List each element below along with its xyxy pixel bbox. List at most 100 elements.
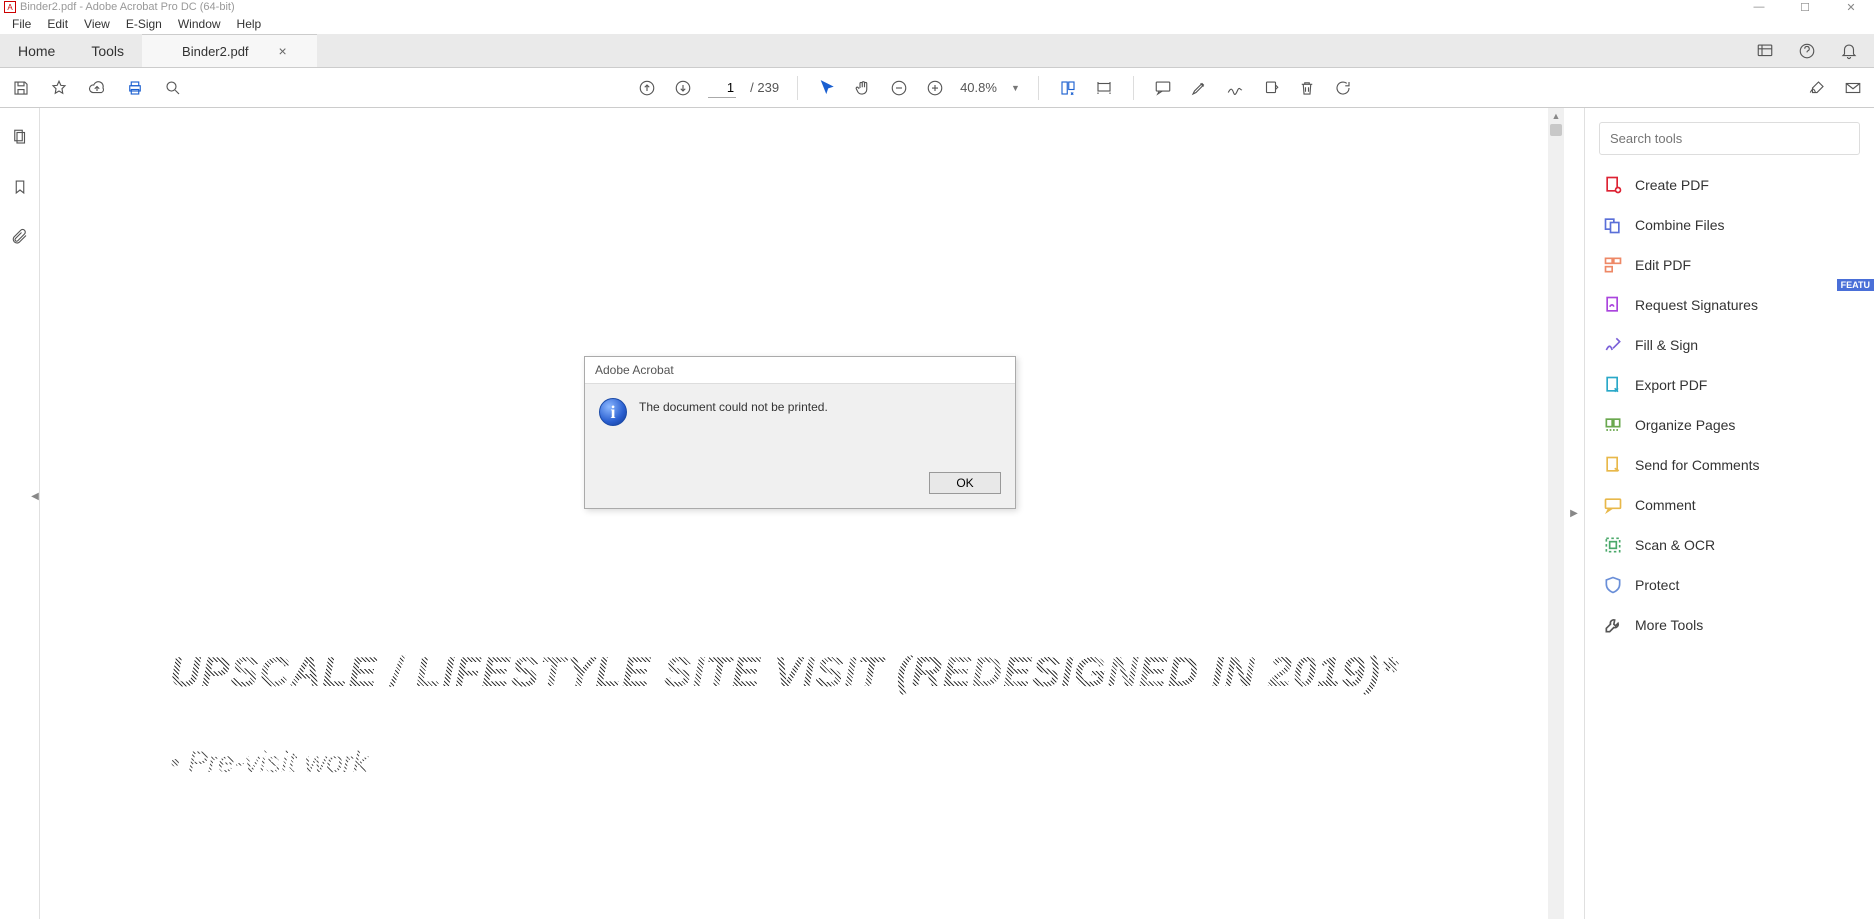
tool-label: Request Signatures: [1635, 297, 1758, 313]
share-pane-icon[interactable]: [1754, 40, 1776, 62]
tab-close-icon[interactable]: ×: [279, 43, 287, 59]
page-total: / 239: [750, 80, 779, 95]
request-signatures-icon: [1603, 295, 1623, 315]
separator: [1133, 76, 1134, 100]
toolbar: / 239 40.8% ▼: [0, 68, 1874, 108]
tool-create-pdf[interactable]: Create PDF: [1585, 165, 1874, 205]
error-dialog: Adobe Acrobat i The document could not b…: [584, 356, 1016, 509]
fit-page-icon[interactable]: [1093, 77, 1115, 99]
document-viewport[interactable]: UPSCALE / LIFESTYLE SITE VISIT (REDESIGN…: [40, 108, 1564, 919]
tool-label: Export PDF: [1635, 377, 1707, 393]
tool-combine-files[interactable]: Combine Files: [1585, 205, 1874, 245]
highlight-icon[interactable]: [1188, 77, 1210, 99]
tool-organize-pages[interactable]: Organize Pages: [1585, 405, 1874, 445]
maximize-button[interactable]: ☐: [1782, 0, 1828, 14]
menu-file[interactable]: File: [4, 15, 39, 33]
document-content: UPSCALE / LIFESTYLE SITE VISIT (REDESIGN…: [170, 648, 1534, 780]
attachment-icon[interactable]: [9, 226, 31, 248]
more-tools-icon: [1603, 615, 1623, 635]
menu-edit[interactable]: Edit: [39, 15, 76, 33]
fit-width-icon[interactable]: [1057, 77, 1079, 99]
tool-label: Scan & OCR: [1635, 537, 1715, 553]
tool-label: Organize Pages: [1635, 417, 1735, 433]
create-pdf-icon: [1603, 175, 1623, 195]
tool-protect[interactable]: Protect: [1585, 565, 1874, 605]
tool-label: Send for Comments: [1635, 457, 1760, 473]
bell-icon[interactable]: [1838, 40, 1860, 62]
tool-fill-sign[interactable]: Fill & Sign: [1585, 325, 1874, 365]
fill-sign-icon: [1603, 335, 1623, 355]
tool-request-signatures[interactable]: Request SignaturesFEATU: [1585, 285, 1874, 325]
sign-icon[interactable]: [1224, 77, 1246, 99]
thumbnails-icon[interactable]: [9, 126, 31, 148]
signature-pen-icon[interactable]: [1806, 77, 1828, 99]
tool-more-tools[interactable]: More Tools: [1585, 605, 1874, 645]
left-rail-collapse-icon[interactable]: ◀: [30, 486, 40, 506]
scroll-thumb[interactable]: [1550, 124, 1562, 136]
tool-send-comments[interactable]: Send for Comments: [1585, 445, 1874, 485]
tab-row: Home Tools Binder2.pdf ×: [0, 34, 1874, 68]
zoom-level[interactable]: 40.8%: [960, 80, 997, 95]
scroll-up-arrow-icon[interactable]: ▲: [1548, 108, 1564, 124]
tool-label: Edit PDF: [1635, 257, 1691, 273]
tool-edit-pdf[interactable]: Edit PDF: [1585, 245, 1874, 285]
send-comments-icon: [1603, 455, 1623, 475]
selection-arrow-icon[interactable]: [816, 77, 838, 99]
tab-document[interactable]: Binder2.pdf ×: [142, 34, 317, 67]
menu-esign[interactable]: E-Sign: [118, 15, 170, 33]
ok-button[interactable]: OK: [929, 472, 1001, 494]
tool-label: Combine Files: [1635, 217, 1724, 233]
stamp-icon[interactable]: [1260, 77, 1282, 99]
minimize-button[interactable]: —: [1736, 0, 1782, 14]
info-icon: i: [599, 398, 627, 426]
comment-tool-icon: [1603, 495, 1623, 515]
left-nav-rail: ◀: [0, 108, 40, 919]
scan-ocr-icon: [1603, 535, 1623, 555]
save-icon[interactable]: [10, 77, 32, 99]
featured-badge: FEATU: [1837, 279, 1874, 291]
print-icon[interactable]: [124, 77, 146, 99]
tool-label: Comment: [1635, 497, 1696, 513]
zoom-out-icon[interactable]: [888, 77, 910, 99]
tool-label: Fill & Sign: [1635, 337, 1698, 353]
zoom-in-icon[interactable]: [924, 77, 946, 99]
window-title: Binder2.pdf - Adobe Acrobat Pro DC (64-b…: [20, 1, 235, 13]
menu-window[interactable]: Window: [170, 15, 229, 33]
tool-label: Create PDF: [1635, 177, 1709, 193]
menu-view[interactable]: View: [76, 15, 118, 33]
document-heading: UPSCALE / LIFESTYLE SITE VISIT (REDESIGN…: [170, 648, 1534, 696]
delete-icon[interactable]: [1296, 77, 1318, 99]
help-icon[interactable]: [1796, 40, 1818, 62]
title-bar: A Binder2.pdf - Adobe Acrobat Pro DC (64…: [0, 0, 1874, 14]
menu-help[interactable]: Help: [229, 15, 270, 33]
hand-pan-icon[interactable]: [852, 77, 874, 99]
tool-comment[interactable]: Comment: [1585, 485, 1874, 525]
close-window-button[interactable]: ✕: [1828, 0, 1874, 14]
dialog-message: The document could not be printed.: [639, 398, 828, 454]
search-icon[interactable]: [162, 77, 184, 99]
star-icon[interactable]: [48, 77, 70, 99]
tool-export-pdf[interactable]: Export PDF: [1585, 365, 1874, 405]
tool-list: Create PDF Combine Files Edit PDF Reques…: [1585, 165, 1874, 645]
tab-home[interactable]: Home: [0, 34, 73, 67]
comment-icon[interactable]: [1152, 77, 1174, 99]
email-icon[interactable]: [1842, 77, 1864, 99]
page-down-icon[interactable]: [672, 77, 694, 99]
tool-label: Protect: [1635, 577, 1679, 593]
tool-scan-ocr[interactable]: Scan & OCR: [1585, 525, 1874, 565]
search-tools-input[interactable]: [1599, 122, 1860, 155]
combine-files-icon: [1603, 215, 1623, 235]
rotate-icon[interactable]: [1332, 77, 1354, 99]
document-bullet-1: •Pre-visit work: [170, 746, 1534, 780]
cloud-upload-icon[interactable]: [86, 77, 108, 99]
bookmark-icon[interactable]: [9, 176, 31, 198]
right-rail-collapse-icon[interactable]: ▶: [1564, 108, 1584, 919]
tab-tools[interactable]: Tools: [73, 34, 142, 67]
vertical-scrollbar[interactable]: ▲: [1548, 108, 1564, 919]
page-number-input[interactable]: [708, 78, 736, 98]
menu-bar: File Edit View E-Sign Window Help: [0, 14, 1874, 34]
tool-label: More Tools: [1635, 617, 1703, 633]
zoom-dropdown-icon[interactable]: ▼: [1011, 83, 1020, 93]
page-up-icon[interactable]: [636, 77, 658, 99]
separator: [1038, 76, 1039, 100]
